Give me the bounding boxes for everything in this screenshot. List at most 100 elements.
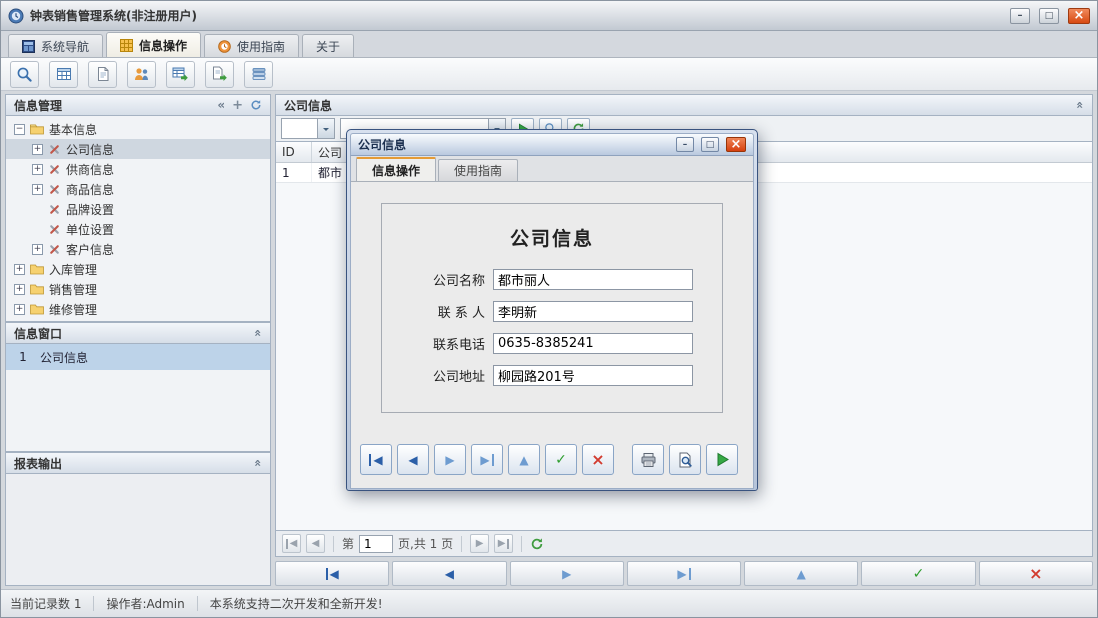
- tree-item-brand-settings[interactable]: 品牌设置: [6, 199, 270, 219]
- tab-label: 信息操作: [139, 37, 187, 54]
- company-name-input[interactable]: [493, 269, 693, 290]
- dialog-minimize-button[interactable]: [676, 137, 694, 152]
- table-view-button[interactable]: [49, 61, 78, 88]
- page-number-input[interactable]: [359, 535, 393, 553]
- minimize-icon: [1018, 10, 1023, 21]
- tree-item-product-info[interactable]: 商品信息: [6, 179, 270, 199]
- record-last-button[interactable]: [471, 444, 503, 475]
- dialog-maximize-button[interactable]: [701, 137, 719, 152]
- users-button[interactable]: [127, 61, 156, 88]
- expand-expander-icon[interactable]: [14, 264, 25, 275]
- expand-expander-icon[interactable]: [32, 244, 43, 255]
- page-last-button[interactable]: [494, 534, 513, 553]
- page-refresh-button[interactable]: [530, 537, 544, 551]
- page-first-button[interactable]: [282, 534, 301, 553]
- dialog-tab-info-operation[interactable]: 信息操作: [356, 157, 436, 181]
- collapse-left-icon[interactable]: «: [217, 99, 225, 111]
- company-address-input[interactable]: [493, 365, 693, 386]
- page-next-button[interactable]: [470, 534, 489, 553]
- dialog-titlebar[interactable]: 公司信息: [350, 133, 754, 156]
- page-prev-button[interactable]: [306, 534, 325, 553]
- tree-item-supplier-info[interactable]: 供商信息: [6, 159, 270, 179]
- refresh-icon[interactable]: [250, 99, 262, 111]
- field-company-address: 公司地址: [382, 365, 722, 386]
- tree-label: 销售管理: [49, 281, 97, 298]
- list-view-icon: [251, 66, 267, 82]
- tree-item-company-info[interactable]: 公司信息: [6, 139, 270, 159]
- expand-expander-icon[interactable]: [32, 184, 43, 195]
- tree-item-sales-mgmt[interactable]: 销售管理: [6, 279, 270, 299]
- first-icon: [326, 568, 339, 580]
- maximize-button[interactable]: [1039, 8, 1059, 24]
- collapse-expander-icon[interactable]: [14, 124, 25, 135]
- report-output-area: [5, 474, 271, 586]
- nav-first-button[interactable]: [275, 561, 389, 586]
- company-form: 公司信息 公司名称 联 系 人 联系电话 公司地址: [381, 203, 723, 413]
- export-report-icon: [211, 66, 228, 82]
- minimize-button[interactable]: [1010, 8, 1030, 24]
- nav-top-button[interactable]: [744, 561, 858, 586]
- combo-dropdown-icon[interactable]: [317, 119, 334, 138]
- collapse-up-icon[interactable]: «: [1074, 101, 1086, 109]
- contact-person-input[interactable]: [493, 301, 693, 322]
- first-icon: [369, 454, 382, 466]
- tab-info-operation[interactable]: 信息操作: [106, 32, 201, 57]
- info-window-title: 信息窗口: [14, 325, 62, 342]
- field-label: 联 系 人: [411, 302, 485, 321]
- nav-confirm-button[interactable]: [861, 561, 975, 586]
- nav-last-button[interactable]: [627, 561, 741, 586]
- nav-cancel-button[interactable]: [979, 561, 1093, 586]
- expand-expander-icon[interactable]: [32, 164, 43, 175]
- collapse-up-icon[interactable]: «: [252, 459, 264, 467]
- preview-button[interactable]: [669, 444, 701, 475]
- field-select-combo[interactable]: [281, 118, 335, 139]
- record-top-button[interactable]: [508, 444, 540, 475]
- tab-system-nav[interactable]: 系统导航: [8, 34, 103, 57]
- close-icon: [731, 137, 742, 152]
- new-document-button[interactable]: [88, 61, 117, 88]
- dialog-close-button[interactable]: [726, 137, 746, 152]
- tools-icon: [48, 223, 61, 236]
- record-first-button[interactable]: [360, 444, 392, 475]
- close-button[interactable]: [1068, 8, 1090, 24]
- add-icon[interactable]: +: [232, 99, 243, 112]
- expand-expander-icon[interactable]: [14, 304, 25, 315]
- record-confirm-button[interactable]: [545, 444, 577, 475]
- record-cancel-button[interactable]: [582, 444, 614, 475]
- cancel-icon: [1029, 566, 1042, 582]
- info-tree: 基本信息 公司信息 供商信息 商品信息: [5, 116, 271, 322]
- print-button[interactable]: [632, 444, 664, 475]
- record-prev-button[interactable]: [397, 444, 429, 475]
- column-header-id[interactable]: ID: [276, 142, 312, 162]
- tree-label: 公司信息: [66, 141, 114, 158]
- run-button[interactable]: [706, 444, 738, 475]
- info-mgmt-header: 信息管理 « +: [5, 94, 271, 116]
- tree-item-unit-settings[interactable]: 单位设置: [6, 219, 270, 239]
- record-next-button[interactable]: [434, 444, 466, 475]
- contact-phone-input[interactable]: [493, 333, 693, 354]
- tree-item-warehouse-mgmt[interactable]: 入库管理: [6, 259, 270, 279]
- export-report-button[interactable]: [205, 61, 234, 88]
- next-icon: [562, 568, 571, 580]
- folder-icon: [30, 263, 44, 275]
- collapse-up-icon[interactable]: «: [252, 329, 264, 337]
- tab-user-guide[interactable]: 使用指南: [204, 34, 299, 57]
- company-info-header: 公司信息 «: [275, 94, 1093, 116]
- search-button[interactable]: [10, 61, 39, 88]
- expand-expander-icon[interactable]: [14, 284, 25, 295]
- nav-prev-button[interactable]: [392, 561, 506, 586]
- tree-item-repair-mgmt[interactable]: 维修管理: [6, 299, 270, 319]
- tree-item-basic-info[interactable]: 基本信息: [6, 119, 270, 139]
- close-icon: [1074, 8, 1085, 23]
- tree-label: 客户信息: [66, 241, 114, 258]
- tree-item-customer-info[interactable]: 客户信息: [6, 239, 270, 259]
- dialog-tab-user-guide[interactable]: 使用指南: [438, 159, 518, 181]
- list-item-company-info[interactable]: 1 公司信息: [6, 344, 270, 370]
- expand-expander-icon[interactable]: [32, 144, 43, 155]
- export-table-button[interactable]: [166, 61, 195, 88]
- tab-about[interactable]: 关于: [302, 34, 354, 57]
- expander-spacer: [32, 224, 43, 235]
- list-view-button[interactable]: [244, 61, 273, 88]
- company-info-title: 公司信息: [284, 97, 332, 114]
- nav-next-button[interactable]: [510, 561, 624, 586]
